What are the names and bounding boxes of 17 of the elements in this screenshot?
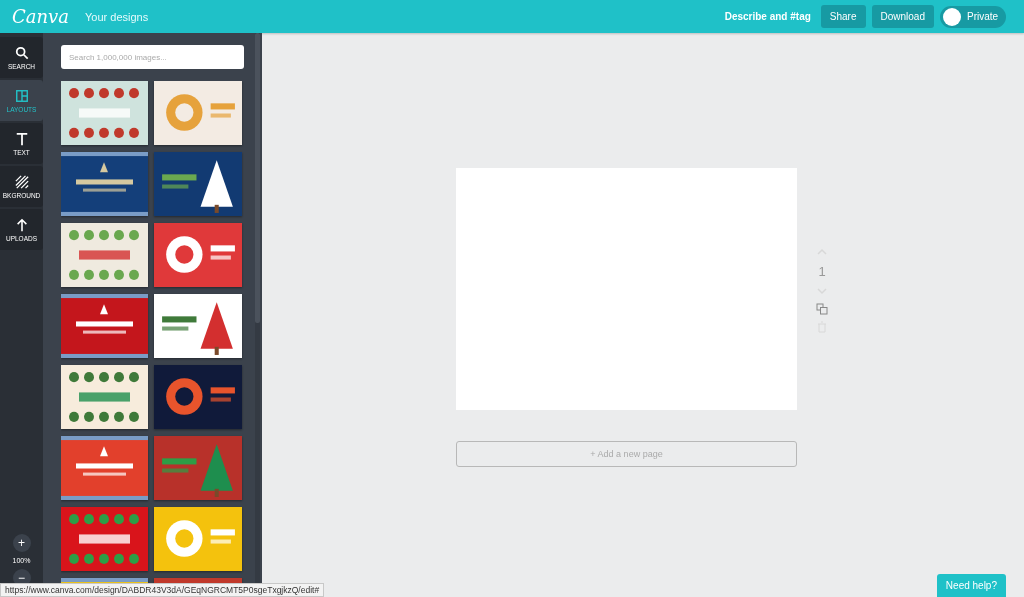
stripes-icon bbox=[14, 174, 29, 189]
privacy-toggle[interactable]: Private bbox=[940, 5, 1006, 28]
zoom-in-button[interactable]: + bbox=[12, 534, 31, 552]
search-icon bbox=[14, 45, 29, 60]
logo[interactable]: Canva bbox=[12, 6, 69, 27]
search-field[interactable]: Search 1,000,000 images... bbox=[61, 45, 244, 69]
copy-icon[interactable] bbox=[816, 302, 828, 315]
status-url: https://www.canva.com/design/DABDR43V3dA/GEqNGRCMT5P0sgeTxgjkzQ/edit# bbox=[0, 583, 325, 597]
text-icon bbox=[14, 131, 29, 146]
page-number: 1 bbox=[818, 263, 826, 279]
upload-icon bbox=[14, 217, 29, 232]
download-button[interactable]: Download bbox=[871, 5, 934, 28]
help-button[interactable]: Need help? bbox=[936, 574, 1006, 597]
your-designs-link[interactable]: Your designs bbox=[85, 10, 149, 23]
share-button[interactable]: Share bbox=[820, 5, 866, 28]
describe-link[interactable]: Describe and #tag bbox=[724, 11, 811, 22]
layout-icon bbox=[14, 88, 29, 103]
